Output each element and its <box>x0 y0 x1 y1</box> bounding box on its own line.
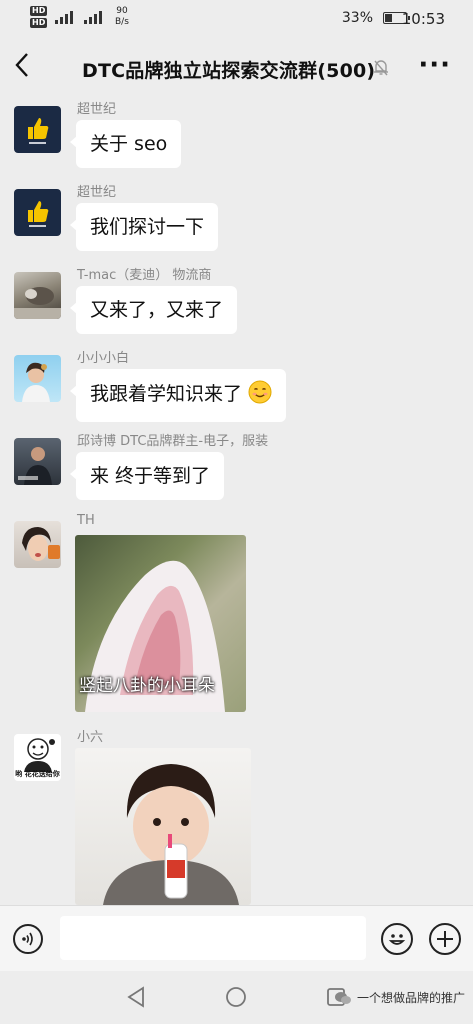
message-text: 又来了，又来了 <box>90 299 224 321</box>
avatar[interactable] <box>14 106 61 153</box>
message-bubble[interactable]: 我跟着学知识来了 <box>69 369 287 422</box>
message-text: 关于 seo <box>90 133 168 155</box>
sender-name: 小六 <box>77 730 104 745</box>
emoji-icon[interactable] <box>381 923 413 955</box>
photo-icon <box>22 362 50 402</box>
watermark: 一个想做品牌的推广 <box>335 989 465 1008</box>
watermark-text: 一个想做品牌的推广 <box>356 991 465 1005</box>
message-input[interactable] <box>60 916 366 960</box>
system-nav-bar: 一个想做品牌的推广 <box>0 971 473 1024</box>
avatar[interactable] <box>14 189 61 236</box>
message-bubble[interactable]: 我们探讨一下 <box>69 203 219 251</box>
sim2-badge: HD <box>30 18 48 28</box>
network-speed: 90 B/s <box>115 6 129 27</box>
status-bar: HD HD 90 B/s 33% 10:53 <box>0 0 473 40</box>
sim1-badge: HD <box>30 6 48 16</box>
more-dots-icon[interactable]: ··· <box>418 52 451 78</box>
image-caption: 竖起八卦的小耳朵 <box>79 676 215 696</box>
message-text: 我跟着学知识来了 <box>90 383 243 405</box>
chat-title: DTC品牌独立站探索交流群(500) <box>82 60 376 82</box>
avatar-caption: 哟 花花送给你 <box>15 770 60 778</box>
sender-name: 小小小白 <box>77 351 130 366</box>
avatar[interactable]: 哟 花花送给你 <box>14 734 61 781</box>
smile-emoji-icon <box>248 380 272 411</box>
avatar[interactable] <box>14 272 61 319</box>
message-bubble[interactable]: 又来了，又来了 <box>69 286 238 334</box>
chat-header: DTC品牌独立站探索交流群(500) ··· <box>0 44 473 90</box>
avatar[interactable] <box>14 521 61 568</box>
sender-name: 超世纪 <box>77 185 117 200</box>
thumbs-up-logo-icon <box>28 201 49 227</box>
signal-icon-2 <box>84 8 102 24</box>
wechat-logo-icon <box>335 991 352 1008</box>
status-time: 10:53 <box>401 10 445 28</box>
sender-name: TH <box>77 513 95 528</box>
message-bubble[interactable]: 来 终于等到了 <box>69 452 225 500</box>
triangle-back-icon[interactable] <box>126 986 146 1012</box>
message-text: 我们探讨一下 <box>90 216 205 238</box>
message-bubble[interactable]: 关于 seo <box>69 120 182 168</box>
sender-name: 邱诗博 DTC品牌群主-电子，服装 <box>77 434 269 449</box>
meme-sticker-icon <box>24 738 55 772</box>
circle-home-icon[interactable] <box>225 986 247 1012</box>
voice-icon[interactable] <box>13 924 43 954</box>
thumbs-up-logo-icon <box>28 118 49 144</box>
sim-indicators: HD HD <box>30 6 48 30</box>
photo-icon <box>18 447 52 485</box>
sticker-image[interactable]: 竖起八卦的小耳朵 <box>75 535 246 712</box>
battery-percent: 33% <box>341 10 373 26</box>
sender-name: 超世纪 <box>77 102 117 117</box>
photo-icon <box>22 527 60 561</box>
photo-icon <box>14 287 61 319</box>
chevron-left-icon[interactable] <box>14 52 30 84</box>
bell-off-icon <box>372 58 390 76</box>
input-bar <box>0 905 473 972</box>
avatar[interactable] <box>14 438 61 485</box>
sender-name: T-mac（麦迪） 物流商 <box>77 268 212 283</box>
avatar[interactable] <box>14 355 61 402</box>
message-text: 来 终于等到了 <box>90 465 211 487</box>
plus-icon[interactable] <box>429 923 461 955</box>
signal-icon <box>55 8 73 24</box>
child-photo <box>103 764 239 905</box>
sticker-image[interactable] <box>75 748 251 905</box>
